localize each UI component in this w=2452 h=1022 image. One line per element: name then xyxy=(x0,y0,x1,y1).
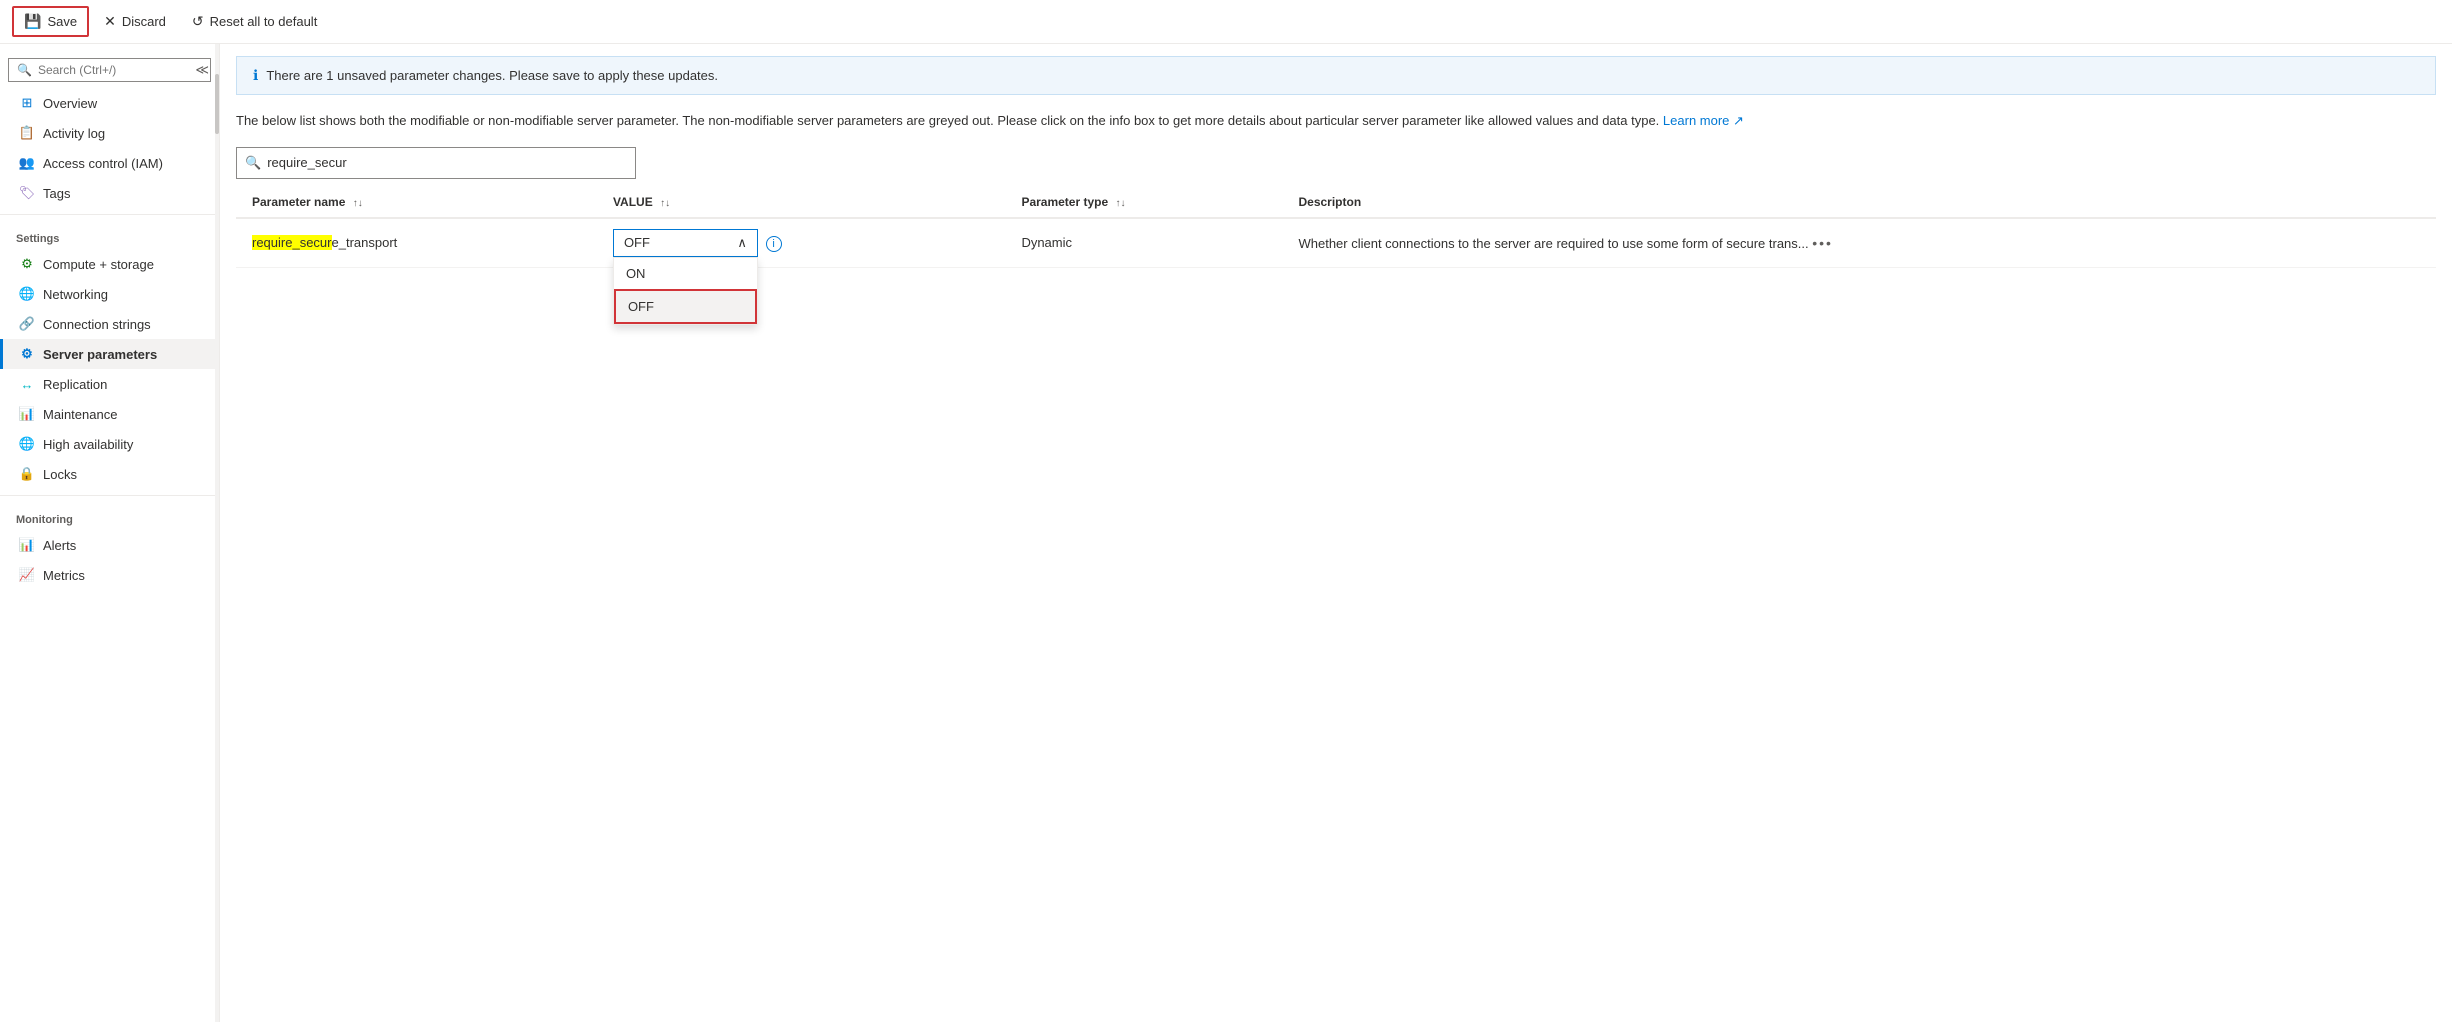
sidebar-item-activity-log[interactable]: 📋 Activity log xyxy=(0,118,219,148)
server-params-icon: ⚙ xyxy=(19,346,35,362)
banner-text: There are 1 unsaved parameter changes. P… xyxy=(266,68,718,83)
metrics-icon: 📈 xyxy=(19,567,35,583)
param-value-cell: OFF ∧ ON OFF xyxy=(597,218,1006,268)
param-desc-cell: Whether client connections to the server… xyxy=(1282,218,2436,268)
main-layout: 🔍 ≪ ⊞ Overview 📋 Activity log 👥 Access c… xyxy=(0,44,2452,1022)
sidebar-item-overview[interactable]: ⊞ Overview xyxy=(0,88,219,118)
sidebar-item-label: Overview xyxy=(43,96,97,111)
sidebar-collapse-btn[interactable]: ≪ xyxy=(195,62,209,78)
connection-icon: 🔗 xyxy=(19,316,35,332)
sort-icon-name: ↑↓ xyxy=(353,198,363,209)
sidebar-item-label: Connection strings xyxy=(43,317,151,332)
sidebar-item-label: Tags xyxy=(43,186,70,201)
save-button[interactable]: 💾 Save xyxy=(12,6,89,37)
sidebar-item-label: Alerts xyxy=(43,538,76,553)
sidebar-item-label: Maintenance xyxy=(43,407,117,422)
sidebar-item-label: Server parameters xyxy=(43,347,157,362)
sidebar-search-input[interactable] xyxy=(38,63,202,77)
dropdown-trigger[interactable]: OFF ∧ xyxy=(613,229,758,257)
dropdown-chevron-icon: ∧ xyxy=(737,235,747,251)
dropdown-option-off[interactable]: OFF xyxy=(614,289,757,324)
discard-icon: ✕ xyxy=(104,13,116,30)
sidebar-item-label: Replication xyxy=(43,377,107,392)
sidebar-item-metrics[interactable]: 📈 Metrics xyxy=(0,560,219,590)
param-info-icon[interactable]: i xyxy=(766,236,782,252)
overview-icon: ⊞ xyxy=(19,95,35,111)
sidebar-item-alerts[interactable]: 📊 Alerts xyxy=(0,530,219,560)
settings-section-label: Settings xyxy=(0,221,219,249)
sidebar-item-label: Locks xyxy=(43,467,77,482)
value-dropdown: OFF ∧ ON OFF xyxy=(613,229,758,257)
param-type-cell: Dynamic xyxy=(1005,218,1282,268)
sidebar-item-label: Compute + storage xyxy=(43,257,154,272)
table-row: require_secure_transport OFF ∧ xyxy=(236,218,2436,268)
sidebar-item-label: Activity log xyxy=(43,126,105,141)
save-icon: 💾 xyxy=(24,13,41,30)
toolbar: 💾 Save ✕ Discard ↺ Reset all to default xyxy=(0,0,2452,44)
access-control-icon: 👥 xyxy=(19,155,35,171)
locks-icon: 🔒 xyxy=(19,466,35,482)
compute-icon: ⚙ xyxy=(19,256,35,272)
reset-button[interactable]: ↺ Reset all to default xyxy=(181,7,328,36)
col-header-type[interactable]: Parameter type ↑↓ xyxy=(1005,187,1282,218)
sidebar-item-label: High availability xyxy=(43,437,133,452)
sidebar-item-compute-storage[interactable]: ⚙ Compute + storage xyxy=(0,249,219,279)
discard-label: Discard xyxy=(122,14,166,29)
sort-icon-value: ↑↓ xyxy=(660,198,670,209)
params-table-container: Parameter name ↑↓ VALUE ↑↓ Parameter typ… xyxy=(220,187,2452,268)
description-text: The below list shows both the modifiable… xyxy=(220,103,2452,143)
sidebar-item-connection-strings[interactable]: 🔗 Connection strings xyxy=(0,309,219,339)
sidebar-item-label: Metrics xyxy=(43,568,85,583)
param-name-cell: require_secure_transport xyxy=(236,218,597,268)
info-banner: ℹ There are 1 unsaved parameter changes.… xyxy=(236,56,2436,95)
ha-icon: 🌐 xyxy=(19,436,35,452)
param-type-value: Dynamic xyxy=(1021,235,1072,250)
sidebar-item-maintenance[interactable]: 📊 Maintenance xyxy=(0,399,219,429)
monitoring-section-label: Monitoring xyxy=(0,502,219,530)
tags-icon: 🏷 xyxy=(19,185,35,201)
param-search-bar: 🔍 xyxy=(236,147,636,179)
dropdown-option-on[interactable]: ON xyxy=(614,258,757,289)
sidebar-item-high-availability[interactable]: 🌐 High availability xyxy=(0,429,219,459)
param-name-highlight: require_secur xyxy=(252,235,332,250)
learn-more-link[interactable]: Learn more ↗ xyxy=(1663,113,1744,128)
param-description: Whether client connections to the server… xyxy=(1298,236,1808,251)
networking-icon: 🌐 xyxy=(19,286,35,302)
alerts-icon: 📊 xyxy=(19,537,35,553)
sidebar-item-networking[interactable]: 🌐 Networking xyxy=(0,279,219,309)
replication-icon: ↔ xyxy=(19,376,35,392)
reset-label: Reset all to default xyxy=(210,14,318,29)
sidebar-item-access-control[interactable]: 👥 Access control (IAM) xyxy=(0,148,219,178)
dropdown-current-value: OFF xyxy=(624,235,650,250)
save-label: Save xyxy=(47,14,77,29)
discard-button[interactable]: ✕ Discard xyxy=(93,7,177,36)
param-search-input[interactable] xyxy=(267,155,627,170)
sidebar-item-label: Access control (IAM) xyxy=(43,156,163,171)
param-name-suffix: e_transport xyxy=(332,235,398,250)
col-header-name[interactable]: Parameter name ↑↓ xyxy=(236,187,597,218)
activity-log-icon: 📋 xyxy=(19,125,35,141)
col-header-desc: Descripton xyxy=(1282,187,2436,218)
param-search-icon: 🔍 xyxy=(245,155,261,171)
sidebar-item-tags[interactable]: 🏷 Tags xyxy=(0,178,219,208)
maintenance-icon: 📊 xyxy=(19,406,35,422)
params-table: Parameter name ↑↓ VALUE ↑↓ Parameter typ… xyxy=(236,187,2436,268)
sidebar-item-replication[interactable]: ↔ Replication xyxy=(0,369,219,399)
sidebar: 🔍 ≪ ⊞ Overview 📋 Activity log 👥 Access c… xyxy=(0,44,220,1022)
sidebar-search-icon: 🔍 xyxy=(17,63,32,77)
banner-info-icon: ℹ xyxy=(253,67,258,84)
sidebar-item-label: Networking xyxy=(43,287,108,302)
more-options-btn[interactable]: ••• xyxy=(1812,235,1833,251)
sort-icon-type: ↑↓ xyxy=(1116,198,1126,209)
content-area: ℹ There are 1 unsaved parameter changes.… xyxy=(220,44,2452,1022)
dropdown-menu: ON OFF xyxy=(613,257,758,325)
col-header-value[interactable]: VALUE ↑↓ xyxy=(597,187,1006,218)
sidebar-item-locks[interactable]: 🔒 Locks xyxy=(0,459,219,489)
sidebar-item-server-parameters[interactable]: ⚙ Server parameters xyxy=(0,339,219,369)
reset-icon: ↺ xyxy=(192,13,204,30)
